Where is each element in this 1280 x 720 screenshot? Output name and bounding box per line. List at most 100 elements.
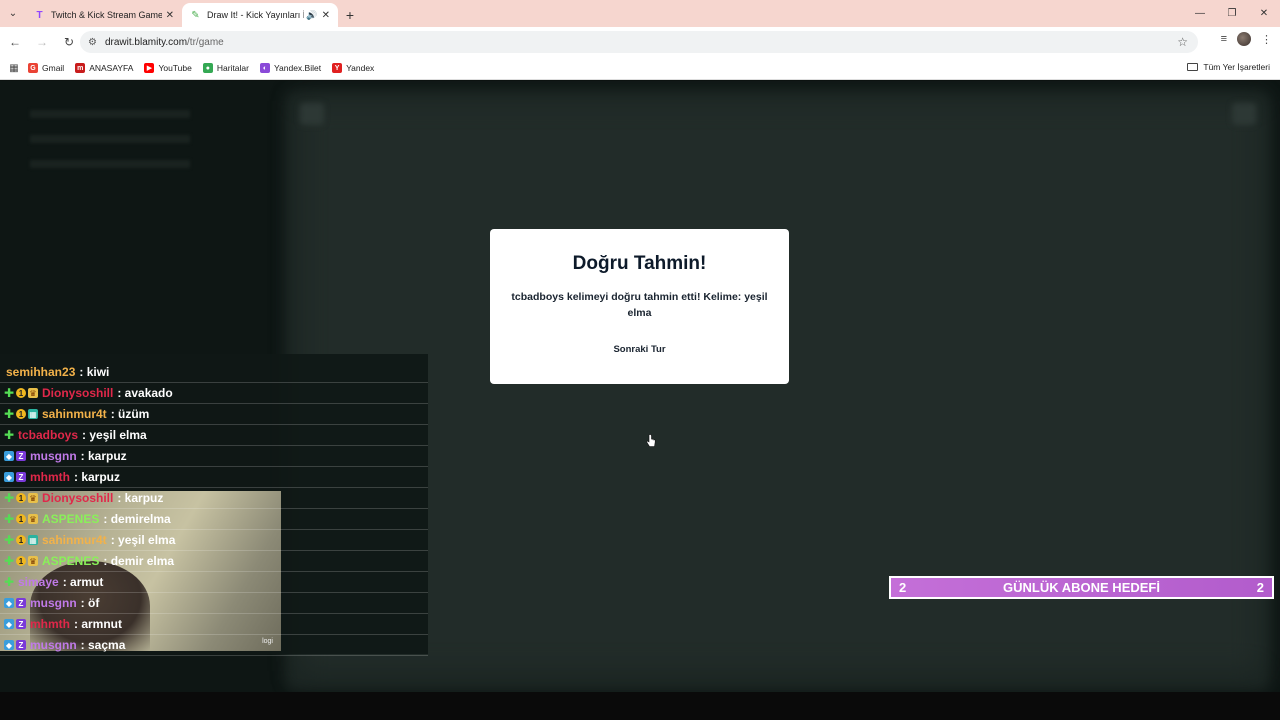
- chat-username: simaye: [18, 575, 59, 589]
- plus-badge-icon: ✚: [3, 533, 15, 547]
- chat-message: ◆ Zmhmth: armnut: [0, 614, 428, 635]
- all-bookmarks-button[interactable]: Tüm Yer İşaretleri: [1187, 62, 1270, 72]
- one-badge-icon: 1: [16, 409, 26, 419]
- close-tab-icon[interactable]: ✕: [166, 10, 174, 21]
- grid-badge-icon: ▦: [28, 535, 38, 545]
- chat-username: Dionysoshill: [42, 386, 114, 400]
- chat-message: ✚ simaye: armut: [0, 572, 428, 593]
- chat-message: ✚ 1 ♛ Dionysoshill: karpuz: [0, 488, 428, 509]
- bookmark-haritalar[interactable]: ● Haritalar: [202, 63, 249, 73]
- forward-arrow-icon[interactable]: →: [30, 30, 54, 54]
- chat-message: ✚ tcbadboys: yeşil elma: [0, 425, 428, 446]
- restore-icon[interactable]: ❐: [1216, 0, 1248, 27]
- chat-text: : karpuz: [74, 470, 121, 484]
- speaker-icon[interactable]: 🔊: [306, 10, 317, 21]
- plus-badge-icon: ✚: [3, 428, 15, 442]
- apps-grid-icon[interactable]: ▦: [0, 63, 28, 74]
- chat-message: ✚ 1 ♛ Dionysoshill: avakado: [0, 383, 428, 404]
- chat-username: musgnn: [30, 449, 77, 463]
- site-settings-icon[interactable]: ⚙: [88, 37, 97, 48]
- blurred-player-list: [10, 101, 280, 201]
- cube-badge-icon: ◆: [4, 598, 14, 608]
- correct-guess-modal: Doğru Tahmin! tcbadboys kelimeyi doğru t…: [490, 229, 789, 384]
- new-tab-button[interactable]: +: [338, 3, 362, 27]
- grid-badge-icon: ▦: [28, 409, 38, 419]
- bookmark-favicon-icon: m: [75, 63, 86, 73]
- menu-kebab-icon[interactable]: ⋮: [1261, 33, 1272, 46]
- bookmark-anasayfa[interactable]: m ANASAYFA: [75, 63, 133, 73]
- bookmark-star-icon[interactable]: ☆: [1177, 35, 1188, 49]
- chat-username: Dionysoshill: [42, 491, 114, 505]
- game-page: logi semihhan23: kiwi ✚ 1 ♛ Dionysoshill: av…: [0, 81, 1280, 720]
- tab-draw-it[interactable]: ✎ Draw It! - Kick Yayınları İçin 🔊 ✕: [182, 3, 338, 27]
- minimize-icon[interactable]: —: [1184, 0, 1216, 27]
- plus-badge-icon: ✚: [3, 554, 15, 568]
- chat-username: mhmth: [30, 617, 70, 631]
- chat-text: : karpuz: [80, 449, 127, 463]
- chat-message: semihhan23: kiwi: [0, 362, 428, 383]
- chat-username: ASPENES: [42, 512, 100, 526]
- chat-username: tcbadboys: [18, 428, 79, 442]
- goal-label: GÜNLÜK ABONE HEDEFİ: [1003, 580, 1160, 595]
- folder-icon: [1187, 63, 1199, 71]
- bookmark-gmail[interactable]: G Gmail: [28, 63, 64, 73]
- goal-target: 2: [1256, 580, 1264, 595]
- chat-username: mhmth: [30, 470, 70, 484]
- chat-text: : üzüm: [110, 407, 150, 421]
- close-window-icon[interactable]: ✕: [1248, 0, 1280, 27]
- chat-username: sahinmur4t: [42, 533, 107, 547]
- z-badge-icon: Z: [16, 619, 26, 629]
- tab-title: Draw It! - Kick Yayınları İçin: [207, 10, 304, 20]
- bookmark-favicon-icon: Y: [332, 63, 343, 73]
- crown-badge-icon: ♛: [28, 514, 38, 524]
- z-badge-icon: Z: [16, 472, 26, 482]
- blurred-tool-icon: [300, 103, 324, 125]
- hand-cursor-icon: [646, 434, 656, 447]
- tab-twitch-kick-games[interactable]: T Twitch & Kick Stream Games ✕: [26, 3, 182, 27]
- chat-username: ASPENES: [42, 554, 100, 568]
- plus-badge-icon: ✚: [3, 407, 15, 421]
- goal-current: 2: [899, 580, 907, 595]
- modal-title: Doğru Tahmin!: [572, 253, 707, 274]
- profile-avatar[interactable]: [1237, 32, 1251, 46]
- chat-text: : demir elma: [103, 554, 175, 568]
- plus-badge-icon: ✚: [3, 512, 15, 526]
- media-controls-icon[interactable]: ≡: [1221, 33, 1227, 45]
- close-tab-icon[interactable]: ✕: [322, 10, 330, 21]
- tab-search-button[interactable]: ⌄: [0, 0, 26, 27]
- chat-message: ◆ Zmhmth : karpuz: [0, 467, 428, 488]
- one-badge-icon: 1: [16, 388, 26, 398]
- tab-strip: ⌄ T Twitch & Kick Stream Games ✕ ✎ Draw …: [0, 0, 1280, 27]
- crown-badge-icon: ♛: [28, 493, 38, 503]
- bookmark-yandex-bilet[interactable]: ◐ Yandex.Bilet: [259, 63, 321, 73]
- address-bar[interactable]: ⚙ drawit.blamity.com/tr/game ☆: [80, 31, 1198, 53]
- cube-badge-icon: ◆: [4, 619, 14, 629]
- bookmark-youtube[interactable]: ▶ YouTube: [144, 63, 192, 73]
- crown-badge-icon: ♛: [28, 556, 38, 566]
- url-text: drawit.blamity.com/tr/game: [104, 36, 224, 48]
- chat-message: ◆ Zmusgnn: saçma: [0, 635, 428, 656]
- chat-message: ◆ Zmusgnn: öf: [0, 593, 428, 614]
- cube-badge-icon: ◆: [4, 640, 14, 650]
- chat-username: musgnn: [30, 596, 77, 610]
- chat-username: musgnn: [30, 638, 77, 652]
- next-round-button[interactable]: Sonraki Tur: [613, 344, 665, 355]
- bookmarks-bar: ▦ G Gmail m ANASAYFA ▶ YouTube ● Haritalar ◐ Yand…: [0, 57, 1280, 80]
- chat-text: : karpuz: [117, 491, 164, 505]
- reload-icon[interactable]: ↻: [57, 30, 81, 54]
- tab-title: Twitch & Kick Stream Games: [51, 10, 162, 20]
- chat-text: : öf: [80, 596, 100, 610]
- chat-username: semihhan23: [6, 365, 76, 379]
- cube-badge-icon: ◆: [4, 472, 14, 482]
- back-arrow-icon[interactable]: ←: [3, 30, 27, 54]
- twitch-favicon-icon: T: [36, 9, 43, 21]
- cube-badge-icon: ◆: [4, 451, 14, 461]
- bookmark-yandex[interactable]: Y Yandex: [332, 63, 374, 73]
- bookmark-favicon-icon: ●: [202, 63, 213, 73]
- chat-text: : kiwi: [79, 365, 110, 379]
- z-badge-icon: Z: [16, 598, 26, 608]
- chat-message: ✚ 1 ♛ ASPENES: demir elma: [0, 551, 428, 572]
- one-badge-icon: 1: [16, 493, 26, 503]
- bookmark-favicon-icon: ◐: [259, 63, 270, 73]
- crown-badge-icon: ♛: [28, 388, 38, 398]
